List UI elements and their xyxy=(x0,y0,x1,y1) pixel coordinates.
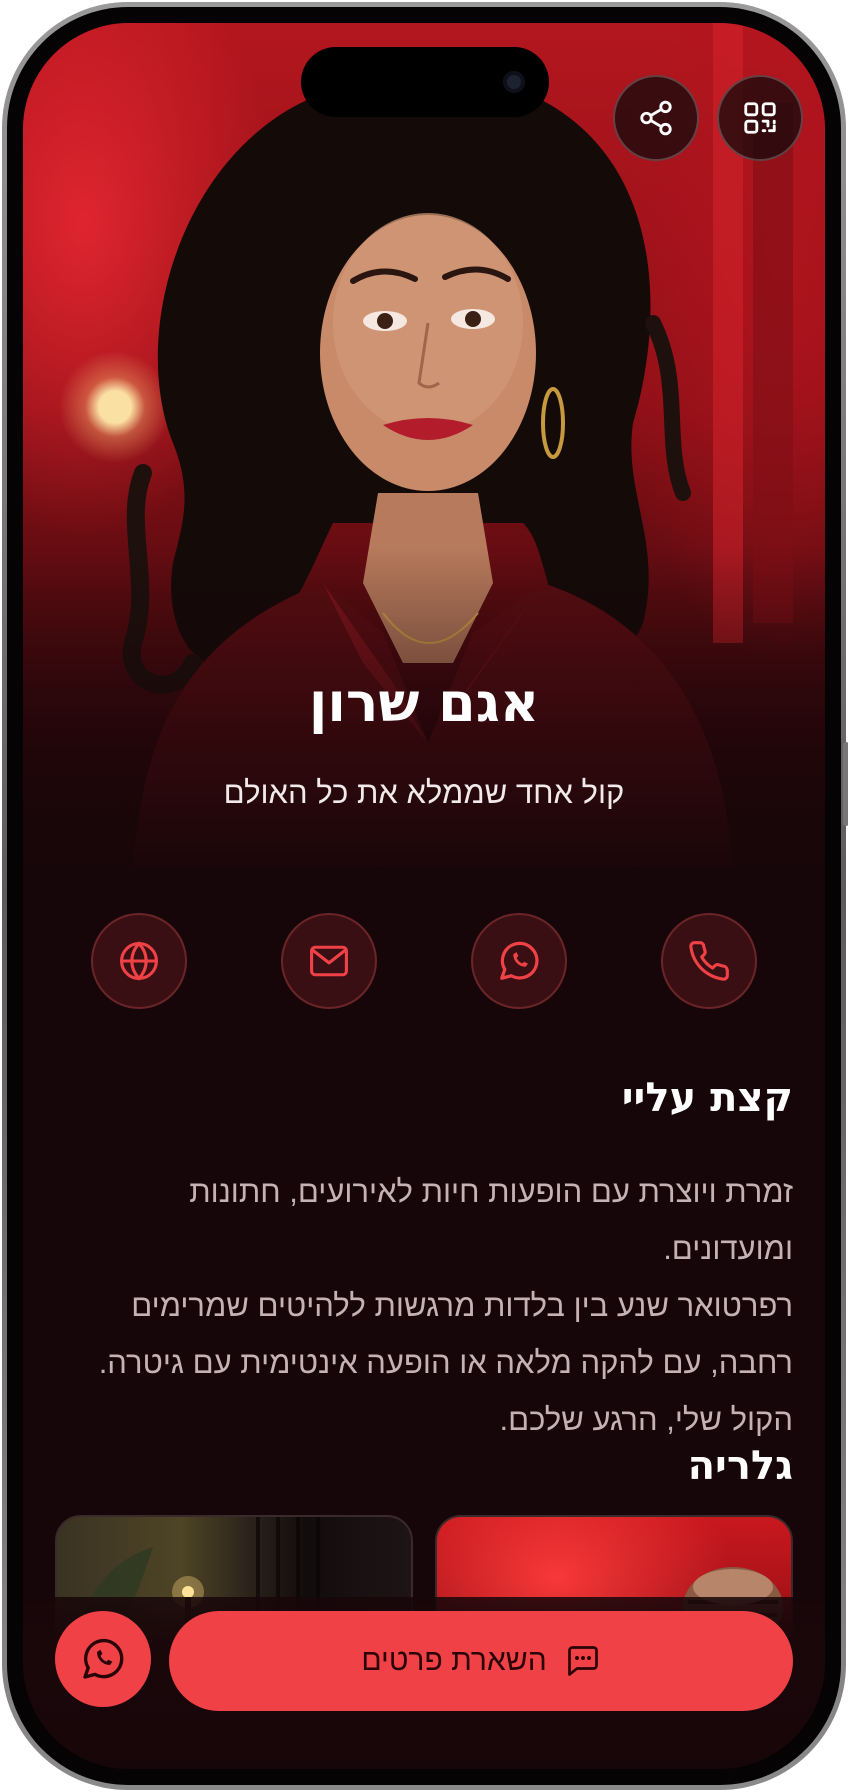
whatsapp-icon xyxy=(500,941,539,980)
whatsapp-icon xyxy=(83,1638,124,1679)
phone-side-button xyxy=(843,742,848,826)
bottom-action-bar: השארת פרטים xyxy=(23,1597,825,1769)
leave-details-label: השארת פרטים xyxy=(361,1644,547,1677)
mail-icon xyxy=(310,945,348,977)
phone-button[interactable] xyxy=(661,913,757,1009)
phone-frame: אגם שרון קול אחד שממלא את כל האולם קצת ע… xyxy=(2,2,848,1790)
phone-bezel: אגם שרון קול אחד שממלא את כל האולם קצת ע… xyxy=(7,7,841,1785)
about-line: רחבה, עם להקה מלאה או הופעה אינטימית עם … xyxy=(98,1345,793,1380)
whatsapp-float-button[interactable] xyxy=(55,1611,151,1707)
about-line: רפרטואר שנע בין בלדות מרגשות ללהיטים שמר… xyxy=(131,1288,793,1323)
qr-code-icon xyxy=(744,102,776,134)
contact-actions xyxy=(23,913,825,1009)
profile-name: אגם שרון xyxy=(308,671,540,734)
gallery-title: גלריה xyxy=(687,1443,793,1489)
message-icon xyxy=(567,1646,598,1676)
about-title: קצת עליי xyxy=(621,1075,793,1121)
leave-details-button[interactable]: השארת פרטים xyxy=(169,1611,793,1711)
share-icon xyxy=(640,100,672,136)
screen: אגם שרון קול אחד שממלא את כל האולם קצת ע… xyxy=(23,23,825,1769)
qr-code-button[interactable] xyxy=(717,75,803,161)
about-line: זמרת ויוצרת עם הופעות חיות לאירועים, חתו… xyxy=(189,1174,793,1266)
website-button[interactable] xyxy=(91,913,187,1009)
dynamic-island xyxy=(301,47,549,117)
globe-icon xyxy=(120,941,158,981)
email-button[interactable] xyxy=(281,913,377,1009)
about-line: הקול שלי, הרגע שלכם. xyxy=(499,1402,793,1437)
share-button[interactable] xyxy=(613,75,699,161)
about-text: זמרת ויוצרת עם הופעות חיות לאירועים, חתו… xyxy=(51,1163,793,1448)
whatsapp-button[interactable] xyxy=(471,913,567,1009)
profile-tagline: קול אחד שממלא את כל האולם xyxy=(223,775,625,810)
hero-section: אגם שרון קול אחד שממלא את כל האולם xyxy=(23,23,825,867)
phone-icon xyxy=(689,941,729,981)
camera-icon xyxy=(503,71,525,93)
